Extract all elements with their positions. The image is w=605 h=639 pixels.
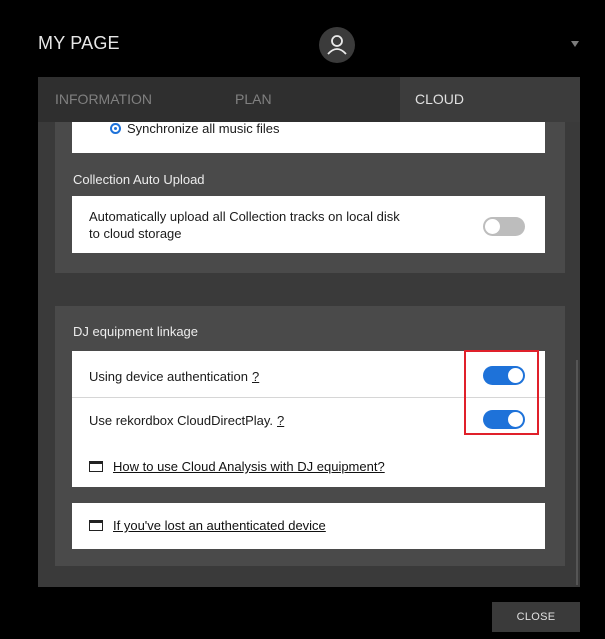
tab-cloud[interactable]: CLOUD <box>400 77 580 122</box>
tab-plan[interactable]: PLAN <box>218 77 400 122</box>
highlight-box <box>464 350 539 435</box>
device-auth-row: Using device authentication? <box>89 368 259 385</box>
lost-device-card: If you've lost an authenticated device <box>72 503 545 549</box>
sync-option-label: Synchronize all music files <box>127 122 280 136</box>
collection-upload-description: Automatically upload all Collection trac… <box>89 208 400 242</box>
analysis-help-link[interactable]: How to use Cloud Analysis with DJ equipm… <box>89 459 385 474</box>
cloud-direct-play-row: Use rekordbox CloudDirectPlay.? <box>89 412 284 429</box>
sync-option[interactable]: Synchronize all music files <box>110 122 279 137</box>
tab-bar: INFORMATION PLAN CLOUD <box>38 77 580 122</box>
close-button[interactable]: CLOSE <box>492 602 580 632</box>
collection-upload-card: Automatically upload all Collection trac… <box>72 196 545 253</box>
description-line-2: to cloud storage <box>89 226 182 241</box>
dj-linkage-label: DJ equipment linkage <box>73 324 199 339</box>
header: MY PAGE <box>0 0 605 77</box>
sync-card: Synchronize all music files <box>72 122 545 153</box>
tab-information[interactable]: INFORMATION <box>38 77 218 122</box>
radio-selected-icon[interactable] <box>110 123 121 134</box>
device-auth-help[interactable]: ? <box>252 369 259 384</box>
description-line-1: Automatically upload all Collection trac… <box>89 209 400 224</box>
collection-upload-toggle[interactable] <box>483 217 525 236</box>
user-icon[interactable] <box>319 27 355 63</box>
window-icon <box>89 461 103 472</box>
device-auth-label: Using device authentication <box>89 369 248 384</box>
scrollbar[interactable] <box>576 360 578 585</box>
analysis-help-link-text: How to use Cloud Analysis with DJ equipm… <box>113 459 385 474</box>
sync-section: Synchronize all music files Collection A… <box>55 122 565 273</box>
cloud-direct-play-help[interactable]: ? <box>277 413 284 428</box>
window-icon <box>89 520 103 531</box>
chevron-down-icon[interactable] <box>571 41 579 47</box>
dj-linkage-section: DJ equipment linkage Using device authen… <box>55 306 565 566</box>
lost-device-link-text: If you've lost an authenticated device <box>113 518 326 533</box>
page-title: MY PAGE <box>38 33 120 53</box>
lost-device-link[interactable]: If you've lost an authenticated device <box>89 518 326 533</box>
cloud-direct-play-label: Use rekordbox CloudDirectPlay. <box>89 413 273 428</box>
collection-upload-label: Collection Auto Upload <box>73 172 205 187</box>
toggle-knob <box>485 219 500 234</box>
